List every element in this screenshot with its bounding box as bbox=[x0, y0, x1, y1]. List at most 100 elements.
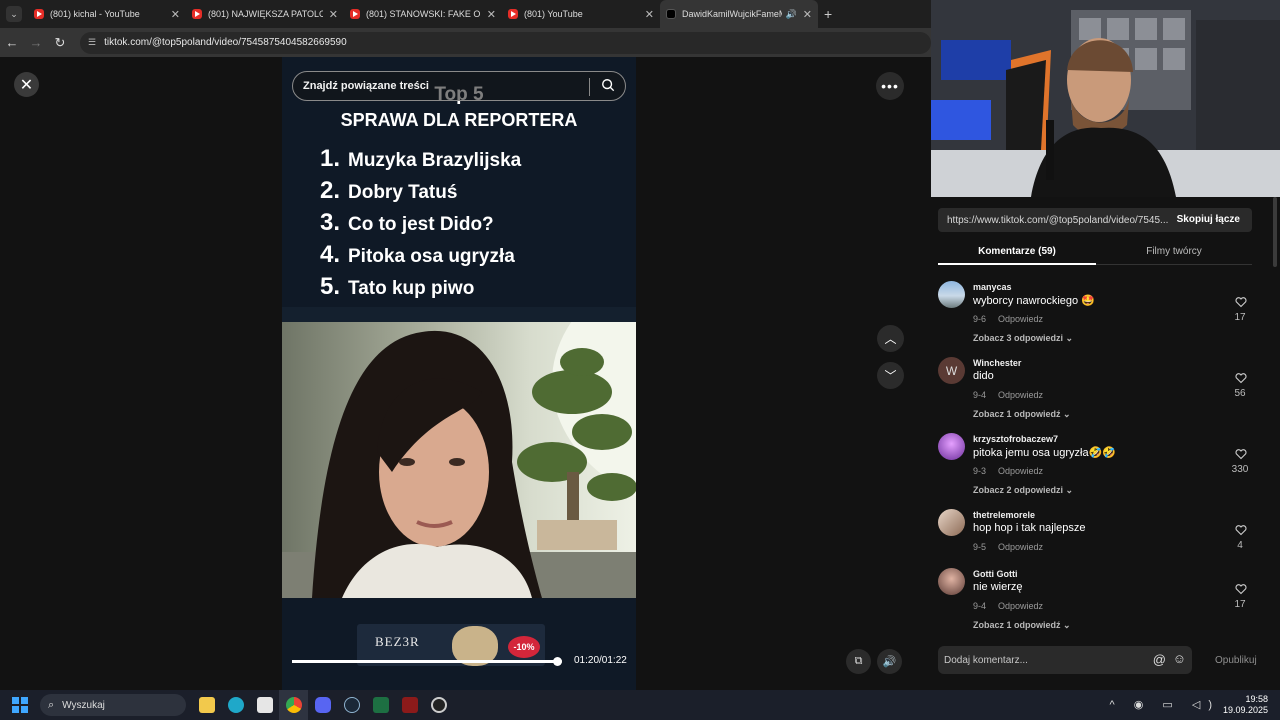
search-icon: ⌕ bbox=[48, 698, 55, 711]
avatar[interactable] bbox=[938, 568, 965, 595]
taskbar-search[interactable]: ⌕ Wyszukaj bbox=[40, 694, 186, 716]
scrollbar[interactable] bbox=[1273, 197, 1277, 267]
heart-icon[interactable] bbox=[1235, 524, 1247, 536]
volume-button[interactable]: 🔊 bbox=[877, 649, 902, 674]
video-player[interactable]: Top 5 SPRAWA DLA REPORTERA 1.Muzyka Braz… bbox=[282, 57, 636, 690]
browser-tab-4[interactable]: (801) YouTube ✕ bbox=[502, 0, 660, 28]
comment-date: 9-5 bbox=[973, 542, 987, 552]
speaker-icon[interactable]: 🔊 bbox=[786, 9, 797, 20]
copy-link-button[interactable]: Skopiuj łącze bbox=[1177, 214, 1240, 225]
more-options-button[interactable]: ••• bbox=[876, 72, 904, 100]
close-tab-icon[interactable]: ✕ bbox=[171, 8, 180, 21]
chrome-icon[interactable] bbox=[279, 690, 308, 720]
obs-icon[interactable] bbox=[424, 690, 453, 720]
progress-fill bbox=[292, 660, 557, 663]
view-replies-button[interactable]: Zobacz 1 odpowiedź ⌄ bbox=[973, 409, 1071, 420]
heart-icon[interactable] bbox=[1235, 448, 1247, 460]
reply-button[interactable]: Odpowiedz bbox=[998, 601, 1043, 611]
like-count: 17 bbox=[1234, 599, 1246, 610]
comment-username[interactable]: Winchester bbox=[973, 358, 1021, 368]
avatar[interactable] bbox=[938, 433, 965, 460]
view-replies-button[interactable]: Zobacz 3 odpowiedzi ⌄ bbox=[973, 333, 1073, 344]
browser-tab-1[interactable]: (801) kichal - YouTube ✕ bbox=[28, 0, 186, 28]
mention-icon[interactable]: @ bbox=[1153, 652, 1166, 667]
comment-username[interactable]: krzysztofrobaczew7 bbox=[973, 434, 1058, 444]
comment-meta: 9-4 Odpowiedz bbox=[973, 390, 1055, 400]
comment-meta: 9-5 Odpowiedz bbox=[973, 542, 1055, 552]
excel-icon[interactable] bbox=[366, 690, 395, 720]
back-icon[interactable]: ← bbox=[0, 35, 24, 50]
site-info-icon[interactable]: ☰ bbox=[88, 37, 96, 48]
new-tab-button[interactable]: + bbox=[824, 6, 832, 22]
url-text: tiktok.com/@top5poland/video/75458754045… bbox=[104, 37, 347, 48]
close-tab-icon[interactable]: ✕ bbox=[803, 8, 812, 21]
close-tab-icon[interactable]: ✕ bbox=[487, 8, 496, 21]
tab-search-button[interactable]: ⌄ bbox=[6, 6, 22, 22]
like-count: 4 bbox=[1237, 540, 1243, 551]
add-comment-placeholder: Dodaj komentarz... bbox=[944, 654, 1028, 666]
comment-meta: 9-4 Odpowiedz bbox=[973, 601, 1055, 611]
search-divider bbox=[589, 78, 590, 96]
related-search-input[interactable]: Znajdź powiązane treści bbox=[292, 71, 626, 101]
comment-date: 9-6 bbox=[973, 314, 987, 324]
reload-icon[interactable]: ↻ bbox=[48, 35, 72, 51]
browser-tab-5-active[interactable]: DawidKamilWujcikFameMr 🔊 ✕ bbox=[660, 0, 818, 28]
url-field[interactable]: ☰ tiktok.com/@top5poland/video/754587540… bbox=[80, 31, 931, 54]
game-app-icon[interactable] bbox=[395, 690, 424, 720]
close-tab-icon[interactable]: ✕ bbox=[329, 8, 338, 21]
previous-video-button[interactable]: ︿ bbox=[877, 325, 904, 352]
reply-button[interactable]: Odpowiedz bbox=[998, 390, 1043, 400]
comment-username[interactable]: Gotti Gotti bbox=[973, 569, 1018, 579]
next-video-button[interactable]: ﹀ bbox=[877, 362, 904, 389]
close-button[interactable]: ✕ bbox=[14, 72, 39, 97]
tab-title: (801) NAJWIĘKSZA PATOLOGIA bbox=[208, 9, 323, 19]
view-replies-button[interactable]: Zobacz 2 odpowiedzi ⌄ bbox=[973, 485, 1073, 496]
close-tab-icon[interactable]: ✕ bbox=[645, 8, 654, 21]
tab-comments[interactable]: Komentarze (59) bbox=[938, 246, 1096, 257]
avatar[interactable]: W bbox=[938, 357, 965, 384]
youtube-icon bbox=[192, 9, 202, 19]
list-number: 2. bbox=[320, 177, 341, 204]
forward-icon[interactable]: → bbox=[24, 35, 48, 50]
list-item: 3. Co to jest Dido? bbox=[320, 209, 521, 241]
floating-player-button[interactable]: ⧉ bbox=[846, 649, 871, 674]
windows-start-icon[interactable] bbox=[12, 697, 28, 713]
heart-icon[interactable] bbox=[1235, 372, 1247, 384]
taskbar: ⌕ Wyszukaj ^ ◉ ▭ ◁) 19:58 19.09.2025 bbox=[0, 690, 1280, 720]
tab-creator-videos[interactable]: Filmy twórcy bbox=[1096, 246, 1252, 257]
heart-icon[interactable] bbox=[1235, 583, 1247, 595]
taskbar-clock[interactable]: 19:58 19.09.2025 bbox=[1223, 694, 1268, 716]
browser-tab-2[interactable]: (801) NAJWIĘKSZA PATOLOGIA ✕ bbox=[186, 0, 344, 28]
emoji-icon[interactable]: ☺ bbox=[1173, 651, 1186, 666]
progress-handle[interactable] bbox=[552, 657, 562, 666]
close-icon: ✕ bbox=[19, 76, 34, 94]
search-icon[interactable] bbox=[601, 78, 615, 92]
add-comment-input[interactable]: Dodaj komentarz... @ ☺ bbox=[938, 646, 1192, 674]
heart-icon[interactable] bbox=[1235, 296, 1247, 308]
list-item: 4. Pitoka osa ugryzła bbox=[320, 241, 521, 273]
browser-tab-3[interactable]: (801) STANOWSKI: FAKE O TRU ✕ bbox=[344, 0, 502, 28]
youtube-icon bbox=[34, 9, 44, 19]
file-explorer-icon[interactable] bbox=[192, 690, 221, 720]
store-icon[interactable] bbox=[250, 690, 279, 720]
comment-username[interactable]: manycas bbox=[973, 282, 1012, 292]
search-placeholder: Znajdź powiązane treści bbox=[303, 80, 429, 92]
video-bottom-area: BEZ3R -10% 01:20/01:22 bbox=[282, 598, 636, 690]
comment-username[interactable]: thetrelemorele bbox=[973, 510, 1035, 520]
publish-button[interactable]: Opublikuj bbox=[1215, 655, 1257, 666]
comment-text: hop hop i tak najlepsze bbox=[973, 522, 1086, 534]
avatar[interactable] bbox=[938, 509, 965, 536]
view-replies-button[interactable]: Zobacz 1 odpowiedź ⌄ bbox=[973, 620, 1071, 631]
comment-date: 9-4 bbox=[973, 601, 987, 611]
edge-icon[interactable] bbox=[221, 690, 250, 720]
avatar[interactable] bbox=[938, 281, 965, 308]
reply-button[interactable]: Odpowiedz bbox=[998, 314, 1043, 324]
reply-button[interactable]: Odpowiedz bbox=[998, 466, 1043, 476]
list-text: Pitoka osa ugryzła bbox=[348, 246, 515, 267]
video-progress-bar[interactable] bbox=[292, 657, 562, 666]
reply-button[interactable]: Odpowiedz bbox=[998, 542, 1043, 552]
discord-icon[interactable] bbox=[308, 690, 337, 720]
steam-icon[interactable] bbox=[337, 690, 366, 720]
system-tray[interactable]: ^ ◉ ▭ ◁) bbox=[1110, 698, 1220, 711]
comment-date: 9-4 bbox=[973, 390, 987, 400]
